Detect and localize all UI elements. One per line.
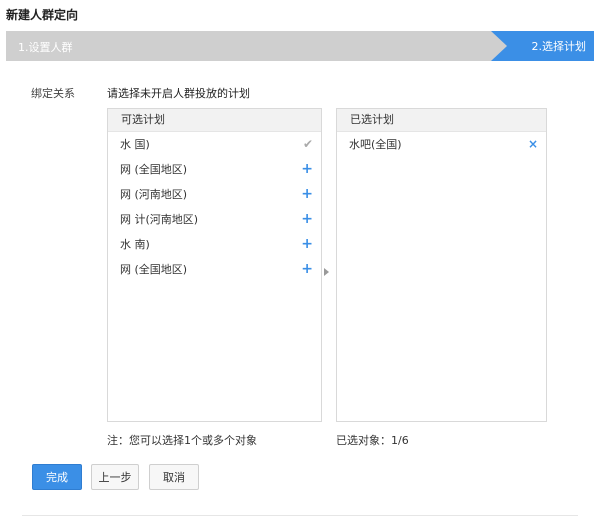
- caret-right-icon: [324, 268, 329, 276]
- finish-button[interactable]: 完成: [32, 464, 82, 490]
- available-plans-list: 水 国) ✔ 网 (全国地区) + 网 (河南地区) + 网 计(河南地区) +…: [108, 132, 321, 282]
- step-2-active: 2.选择计划: [491, 31, 594, 61]
- available-plan-item[interactable]: 网 (全国地区) +: [108, 257, 321, 282]
- page-title: 新建人群定向: [6, 8, 79, 22]
- available-plan-item[interactable]: 水 国) ✔: [108, 132, 321, 157]
- step-2-label: 2.选择计划: [531, 40, 587, 53]
- plan-label: 网 (全国地区): [120, 263, 188, 276]
- plan-label: 水 国): [120, 138, 150, 151]
- cancel-button[interactable]: 取消: [149, 464, 199, 490]
- available-plan-item[interactable]: 网 (河南地区) +: [108, 182, 321, 207]
- available-plan-item[interactable]: 水 南) +: [108, 232, 321, 257]
- selection-hint: 注：您可以选择1个或多个对象: [107, 434, 257, 447]
- plan-label: 网 计(河南地区): [120, 213, 199, 226]
- plan-label: 网 (全国地区): [120, 163, 188, 176]
- selected-plans-header: 已选计划: [337, 109, 546, 132]
- step-1-label: 1.设置人群: [18, 41, 73, 54]
- selected-count: 已选对象：1/6: [336, 434, 409, 447]
- available-plans-panel: 可选计划 水 国) ✔ 网 (全国地区) + 网 (河南地区) + 网 计(河南…: [107, 108, 322, 422]
- plus-icon[interactable]: +: [301, 182, 313, 207]
- available-plan-item[interactable]: 网 (全国地区) +: [108, 157, 321, 182]
- available-plan-item[interactable]: 网 计(河南地区) +: [108, 207, 321, 232]
- check-icon: ✔: [302, 137, 313, 151]
- plan-label: 水吧(全国): [349, 138, 402, 151]
- selected-plans-panel: 已选计划 水吧(全国) ×: [336, 108, 547, 422]
- selected-plans-list: 水吧(全国) ×: [337, 132, 546, 157]
- plus-icon[interactable]: +: [301, 157, 313, 182]
- binding-instruction: 请选择未开启人群投放的计划: [107, 87, 250, 100]
- close-icon[interactable]: ×: [528, 132, 538, 157]
- plan-label: 网 (河南地区): [120, 188, 188, 201]
- selected-plan-item[interactable]: 水吧(全国) ×: [337, 132, 546, 157]
- previous-step-button[interactable]: 上一步: [91, 464, 139, 490]
- plus-icon[interactable]: +: [301, 232, 313, 257]
- footer-divider: [22, 515, 578, 516]
- plus-icon[interactable]: +: [301, 207, 313, 232]
- available-plans-header: 可选计划: [108, 109, 321, 132]
- plan-label: 水 南): [120, 238, 150, 251]
- step-progress-bar: 1.设置人群 2.选择计划: [6, 31, 594, 61]
- binding-label: 绑定关系: [31, 87, 75, 100]
- plus-icon[interactable]: +: [301, 257, 313, 282]
